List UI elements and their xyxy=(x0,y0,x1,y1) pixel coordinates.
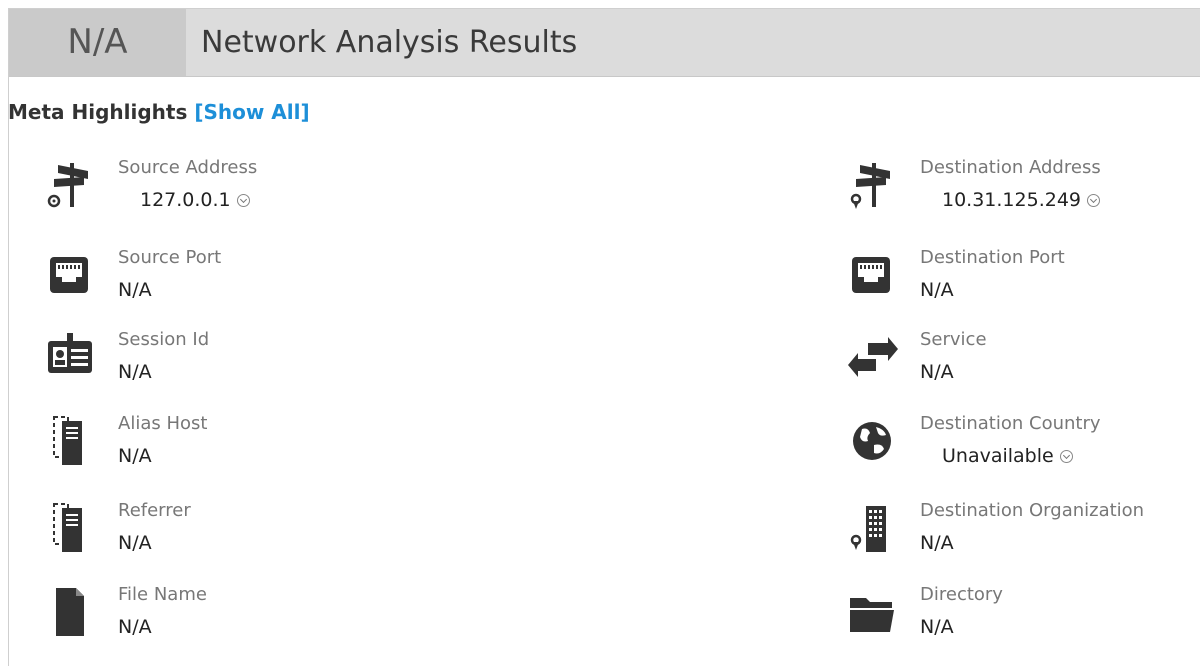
network-port-icon xyxy=(40,247,100,303)
meta-heading-label: Meta Highlights xyxy=(8,100,188,124)
field-label: Destination Port xyxy=(920,247,1065,268)
field-destination-address: Destination Address 10.31.125.249 xyxy=(842,157,1200,227)
exchange-arrows-icon xyxy=(842,329,902,385)
field-source-port: Source Port N/A xyxy=(40,247,400,317)
page-title: Network Analysis Results xyxy=(201,25,578,60)
field-label: Directory xyxy=(920,584,1003,605)
field-label: Referrer xyxy=(118,500,191,521)
field-directory: Directory N/A xyxy=(842,584,1200,654)
field-label: Source Address xyxy=(118,157,258,178)
field-referrer: Referrer N/A xyxy=(40,500,400,570)
chevron-down-icon[interactable] xyxy=(1087,194,1101,207)
network-port-icon xyxy=(842,247,902,303)
field-label: Alias Host xyxy=(118,413,208,434)
field-value: N/A xyxy=(118,445,152,467)
field-value: N/A xyxy=(920,361,954,383)
field-label: Source Port xyxy=(118,247,222,268)
field-value: N/A xyxy=(920,279,954,301)
field-source-address: Source Address 127.0.0.1 xyxy=(40,157,400,227)
file-icon xyxy=(40,584,100,640)
server-icon xyxy=(40,413,100,469)
field-value: N/A xyxy=(920,616,954,638)
field-label: Destination Address xyxy=(920,157,1101,178)
field-value: N/A xyxy=(920,532,954,554)
signpost-icon xyxy=(40,157,100,213)
field-value: N/A xyxy=(118,532,152,554)
field-label: Destination Country xyxy=(920,413,1101,434)
field-value: N/A xyxy=(118,361,152,383)
results-header: N/A Network Analysis Results xyxy=(9,9,1200,77)
building-icon xyxy=(842,500,902,556)
field-value[interactable]: 127.0.0.1 xyxy=(140,189,250,211)
source-address-value[interactable]: 127.0.0.1 xyxy=(140,189,231,211)
field-service: Service N/A xyxy=(842,329,1200,399)
field-label: Service xyxy=(920,329,987,350)
field-value: N/A xyxy=(118,279,152,301)
field-destination-organization: Destination Organization N/A xyxy=(842,500,1200,570)
folder-icon xyxy=(842,584,902,640)
chevron-down-icon[interactable] xyxy=(236,194,250,207)
field-value: N/A xyxy=(118,616,152,638)
meta-highlights-heading: Meta Highlights [Show All] xyxy=(8,100,310,124)
field-label: File Name xyxy=(118,584,207,605)
field-destination-port: Destination Port N/A xyxy=(842,247,1200,317)
chevron-down-icon[interactable] xyxy=(1059,450,1073,463)
field-label: Destination Organization xyxy=(920,500,1145,521)
field-alias-host: Alias Host N/A xyxy=(40,413,400,483)
score-badge: N/A xyxy=(9,9,186,76)
field-file-name: File Name N/A xyxy=(40,584,400,654)
show-all-link[interactable]: [Show All] xyxy=(194,100,309,124)
field-destination-country: Destination Country Unavailable xyxy=(842,413,1200,483)
field-value[interactable]: Unavailable xyxy=(942,445,1073,467)
field-session-id: Session Id N/A xyxy=(40,329,400,399)
field-value[interactable]: 10.31.125.249 xyxy=(942,189,1101,211)
id-card-icon xyxy=(40,329,100,385)
destination-country-value[interactable]: Unavailable xyxy=(942,445,1054,467)
destination-address-value[interactable]: 10.31.125.249 xyxy=(942,189,1081,211)
field-label: Session Id xyxy=(118,329,210,350)
globe-icon xyxy=(842,413,902,469)
signpost-pin-icon xyxy=(842,157,902,213)
server-icon xyxy=(40,500,100,556)
